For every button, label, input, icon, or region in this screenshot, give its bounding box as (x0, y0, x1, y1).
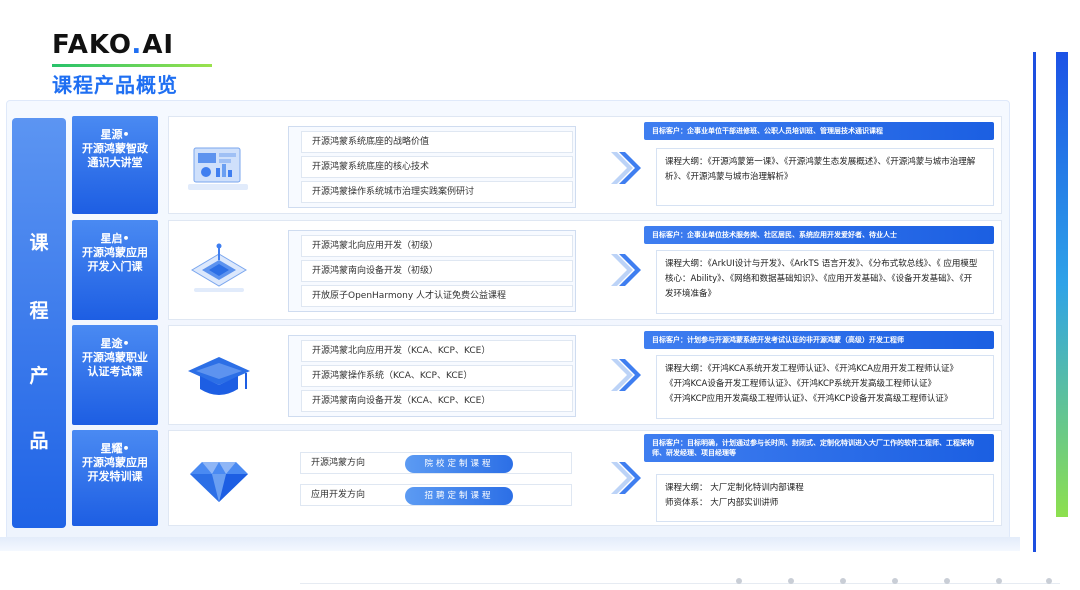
logo-suffix: AI (142, 30, 175, 60)
target-section: 目标客户：计划参与开源鸿蒙系统开发考试认证的非开源鸿蒙（高级）开发工程师 课程大… (644, 331, 994, 423)
row-title-line: 开发入门课 (87, 260, 143, 273)
bottom-dot (996, 578, 1002, 584)
bottom-dot (840, 578, 846, 584)
topic-item[interactable]: 开源鸿蒙系统底座的核心技术 (301, 156, 573, 178)
outline-line: 课程大纲：《开鸿KCA系统开发工程师认证》、《开鸿KCA应用开发工程师认证》 (665, 364, 958, 374)
chip-circuit-icon (191, 243, 247, 292)
decor-stripe-thin (1033, 52, 1036, 552)
course-outline: 课程大纲：《开鸿KCA系统开发工程师认证》、《开鸿KCA应用开发工程师认证》 《… (656, 355, 994, 419)
topic-item[interactable]: 开源鸿蒙南向设备开发（初级） (301, 260, 573, 282)
diamond-icon (190, 462, 248, 502)
dashboard-screen-icon (188, 147, 248, 190)
row-title[interactable]: 星耀• 开源鸿蒙应用 开发特训课 (72, 430, 158, 526)
row-title[interactable]: 星源• 开源鸿蒙智政 通识大讲堂 (72, 116, 158, 214)
topic-item[interactable]: 开源鸿蒙操作系统城市治理实践案例研讨 (301, 181, 573, 203)
category-char: 程 (29, 300, 49, 322)
row-title[interactable]: 星途• 开源鸿蒙职业 认证考试课 (72, 325, 158, 425)
row-title-line: 开源鸿蒙职业 (82, 351, 148, 364)
bottom-dot (788, 578, 794, 584)
logo-main: FAKO (52, 30, 132, 60)
topic-item[interactable]: 开放原子OpenHarmony 人才认证免费公益课程 (301, 285, 573, 307)
direction-row[interactable]: 开源鸿蒙方向 院校定制课程 (300, 452, 572, 474)
category-char: 品 (29, 430, 49, 452)
course-outline: 课程大纲：《ArkUI设计与开发》、《ArkTS 语言开发》、《分布式软总线》、… (656, 250, 994, 314)
page-title: 课程产品概览 (52, 73, 178, 97)
row-title-line: 开发特训课 (87, 470, 143, 483)
direction-row[interactable]: 应用开发方向 招聘定制课程 (300, 484, 572, 506)
topic-list: 开源鸿蒙北向应用开发（初级） 开源鸿蒙南向设备开发（初级） 开放原子OpenHa… (288, 230, 576, 312)
direction-label: 应用开发方向 (311, 490, 366, 500)
outline-line: 发环境准备》 (665, 289, 717, 299)
direction-label: 开源鸿蒙方向 (311, 458, 366, 468)
course-outline: 课程大纲：《开源鸿蒙第一课》、《开源鸿蒙生态发展概述》、《开源鸿蒙与城市治理解 … (656, 148, 994, 206)
course-row-xingyuan: 星源• 开源鸿蒙智政 通识大讲堂 开源鸿蒙系统底座的战略价值 开源鸿蒙系统底座的… (72, 116, 1004, 214)
topic-list: 开源鸿蒙系统底座的战略价值 开源鸿蒙系统底座的核心技术 开源鸿蒙操作系统城市治理… (288, 126, 576, 208)
chevron-right-icon (611, 254, 641, 286)
row-title-line: 星耀• (100, 442, 130, 455)
row-title-line: 开源鸿蒙应用 (82, 246, 148, 259)
outline-line: 《开鸿KCA设备开发工程师认证》、《开鸿KCP系统开发高级工程师认证》 (665, 379, 937, 389)
category-column: 课 程 产 品 (12, 118, 66, 528)
outline-line: 师资体系： 大厂内部实训讲师 (665, 498, 779, 508)
topic-item[interactable]: 开源鸿蒙操作系统（KCA、KCP、KCE） (301, 365, 573, 387)
target-section: 目标客户：企事业单位技术服务岗、社区居民、系统应用开发爱好者、待业人士 课程大纲… (644, 226, 994, 318)
target-section: 目标客户：企事业单位干部进修班、公职人员培训班、管理层技术通识课程 课程大纲：《… (644, 122, 994, 212)
row-title-line: 开源鸿蒙应用 (82, 456, 148, 469)
graduation-cap-icon (188, 357, 250, 395)
bottom-dot (736, 578, 742, 584)
chevron-right-icon (611, 152, 641, 184)
course-row-xingqi: 星启• 开源鸿蒙应用 开发入门课 开源鸿蒙北向应用开发（初级） 开源鸿蒙南向设备… (72, 220, 1004, 320)
category-char: 课 (29, 232, 49, 254)
topic-list: 开源鸿蒙北向应用开发（KCA、KCP、KCE） 开源鸿蒙操作系统（KCA、KCP… (288, 335, 576, 417)
row-title[interactable]: 星启• 开源鸿蒙应用 开发入门课 (72, 220, 158, 320)
target-audience-bar: 目标客户：企事业单位干部进修班、公职人员培训班、管理层技术通识课程 (644, 122, 994, 140)
category-char: 产 (29, 365, 49, 387)
outline-line: 析》、《开源鸿蒙与城市治理解析》 (665, 172, 793, 182)
custom-course-pill[interactable]: 招聘定制课程 (405, 487, 513, 505)
row-title-line: 开源鸿蒙智政 (82, 142, 148, 155)
target-audience-bar: 目标客户：企事业单位技术服务岗、社区居民、系统应用开发爱好者、待业人士 (644, 226, 994, 244)
decor-stripe-gradient (1056, 52, 1068, 517)
row-title-line: 星启• (100, 232, 130, 245)
topic-item[interactable]: 开源鸿蒙北向应用开发（初级） (301, 235, 573, 257)
logo-dot: . (131, 30, 143, 60)
row-title-line: 通识大讲堂 (87, 156, 143, 169)
outline-line: 核心：Ability》、《网络和数据基础知识》、《应用开发基础》、《设备开发基础… (665, 274, 973, 284)
outline-line: 《开鸿KCP应用开发高级工程师认证》、《开鸿KCP设备开发高级工程师认证》 (665, 394, 953, 404)
row-title-line: 星源• (100, 128, 130, 141)
bottom-dot (1046, 578, 1052, 584)
course-row-xingyao: 星耀• 开源鸿蒙应用 开发特训课 开源鸿蒙方向 院校定制课程 应用开发方向 招聘… (72, 430, 1004, 526)
bottom-dot (944, 578, 950, 584)
topic-item[interactable]: 开源鸿蒙南向设备开发（KCA、KCP、KCE） (301, 390, 573, 412)
course-row-xingtu: 星途• 开源鸿蒙职业 认证考试课 开源鸿蒙北向应用开发（KCA、KCP、KCE）… (72, 325, 1004, 425)
brand-logo: FAKO.AI (52, 30, 174, 60)
outline-line: 课程大纲：《开源鸿蒙第一课》、《开源鸿蒙生态发展概述》、《开源鸿蒙与城市治理解 (665, 157, 976, 167)
course-outline: 课程大纲： 大厂定制化特训内部课程 师资体系： 大厂内部实训讲师 (656, 474, 994, 522)
topic-item[interactable]: 开源鸿蒙北向应用开发（KCA、KCP、KCE） (301, 340, 573, 362)
chevron-right-icon (611, 462, 641, 494)
custom-course-pill[interactable]: 院校定制课程 (405, 455, 513, 473)
target-audience-bar: 目标客户：目标明确，计划通过参与长时间、封闭式、定制化特训进入大厂工作的软件工程… (644, 434, 994, 462)
row-title-line: 认证考试课 (87, 365, 143, 378)
panel-base (0, 537, 1020, 551)
target-section: 目标客户：目标明确，计划通过参与长时间、封闭式、定制化特训进入大厂工作的软件工程… (644, 434, 994, 524)
target-audience-bar: 目标客户：计划参与开源鸿蒙系统开发考试认证的非开源鸿蒙（高级）开发工程师 (644, 331, 994, 349)
logo-underline (52, 64, 212, 67)
chevron-right-icon (611, 359, 641, 391)
outline-line: 课程大纲：《ArkUI设计与开发》、《ArkTS 语言开发》、《分布式软总线》、… (665, 259, 978, 269)
bottom-dot (892, 578, 898, 584)
outline-line: 课程大纲： 大厂定制化特训内部课程 (665, 483, 804, 493)
topic-item[interactable]: 开源鸿蒙系统底座的战略价值 (301, 131, 573, 153)
row-title-line: 星途• (100, 337, 130, 350)
